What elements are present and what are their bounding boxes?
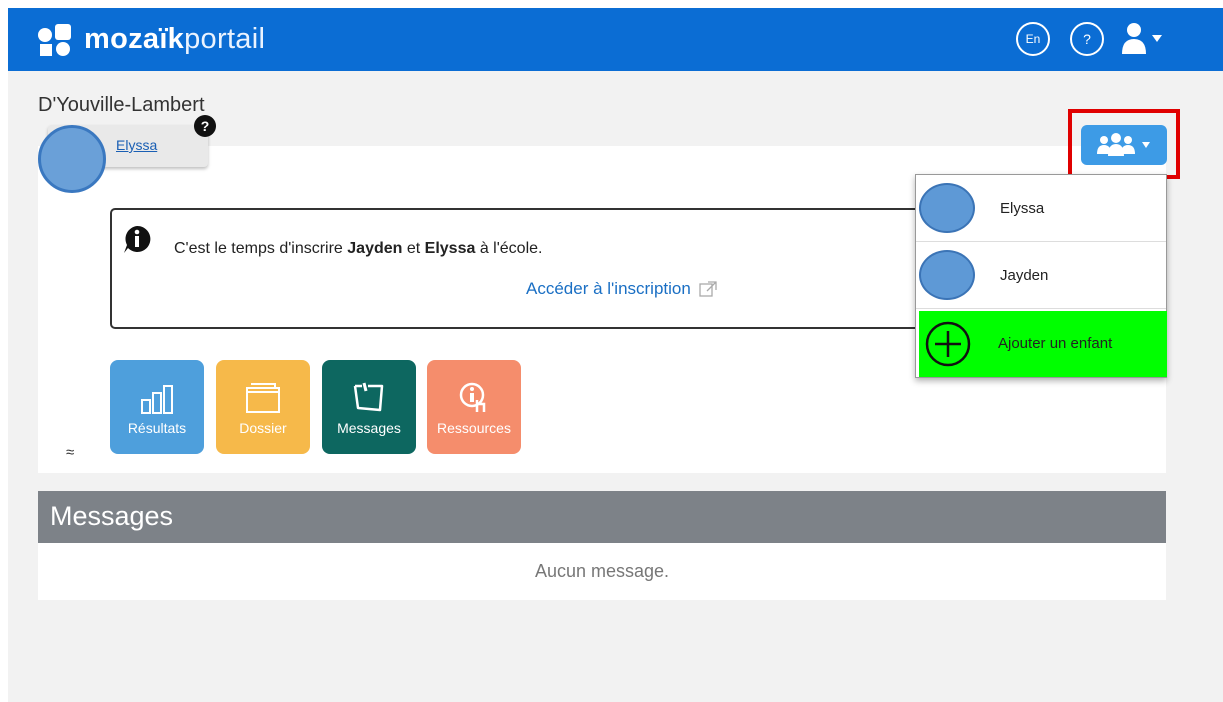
tile-label: Ressources <box>437 420 511 436</box>
enrollment-notice: C'est le temps d'inscrire Jayden et Elys… <box>110 208 970 329</box>
language-button[interactable]: En <box>1016 22 1050 56</box>
bar-chart-icon <box>141 385 173 414</box>
info-icon <box>124 225 151 253</box>
enrollment-message: C'est le temps d'inscrire Jayden et Elys… <box>174 240 543 257</box>
message-note-icon <box>353 382 384 412</box>
mozaik-logo[interactable]: mozaïkportail <box>38 22 265 56</box>
enrollment-link[interactable]: Accéder à l'inscription <box>526 279 717 299</box>
tile-label: Dossier <box>239 420 287 436</box>
user-menu-button[interactable] <box>1120 22 1168 56</box>
tile-dossier[interactable]: Dossier <box>216 360 310 454</box>
enrollment-link-label[interactable]: Accéder à l'inscription <box>526 279 691 299</box>
child-avatar[interactable] <box>38 125 106 193</box>
external-link-icon <box>699 281 717 297</box>
messages-empty-state: Aucun message. <box>38 543 1166 600</box>
child-help-icon[interactable]: ? <box>194 115 216 137</box>
children-dropdown-button[interactable] <box>1081 125 1167 165</box>
school-name: D'Youville-Lambert <box>38 94 205 116</box>
tile-messages[interactable]: Messages <box>322 360 416 454</box>
logo-text: mozaïkportail <box>84 22 266 55</box>
collapse-toggle-icon[interactable]: ≈ <box>66 445 74 460</box>
resources-info-icon <box>459 382 486 412</box>
page-frame: mozaïkportail En ? D'Youville-Lambert El… <box>8 8 1223 702</box>
dropdown-item-jayden[interactable]: Jayden <box>916 242 1166 309</box>
tile-label: Messages <box>337 420 401 436</box>
tile-ressources[interactable]: Ressources <box>427 360 521 454</box>
add-child-label: Ajouter un enfant <box>998 335 1113 352</box>
tile-label: Résultats <box>127 420 187 436</box>
dropdown-item-label: Jayden <box>1000 267 1049 284</box>
top-bar: mozaïkportail En ? <box>8 8 1223 71</box>
user-icon <box>1122 23 1162 54</box>
dropdown-item-label: Elyssa <box>1000 200 1045 217</box>
family-icon <box>1097 133 1150 156</box>
add-circle-icon <box>925 321 971 367</box>
messages-section-header: Messages <box>38 491 1166 543</box>
dropdown-item-elyssa[interactable]: Elyssa <box>916 175 1166 242</box>
children-dropdown-menu: Elyssa Jayden Ajouter un enfant <box>915 174 1167 378</box>
logo-mark-icon <box>38 22 72 56</box>
help-button[interactable]: ? <box>1070 22 1104 56</box>
child-avatar <box>919 250 975 300</box>
tile-resultats[interactable]: Résultats <box>110 360 204 454</box>
folder-icon <box>246 383 280 413</box>
child-name-link[interactable]: Elyssa <box>116 137 157 153</box>
child-avatar <box>919 183 975 233</box>
add-child-button[interactable]: Ajouter un enfant <box>919 311 1167 377</box>
